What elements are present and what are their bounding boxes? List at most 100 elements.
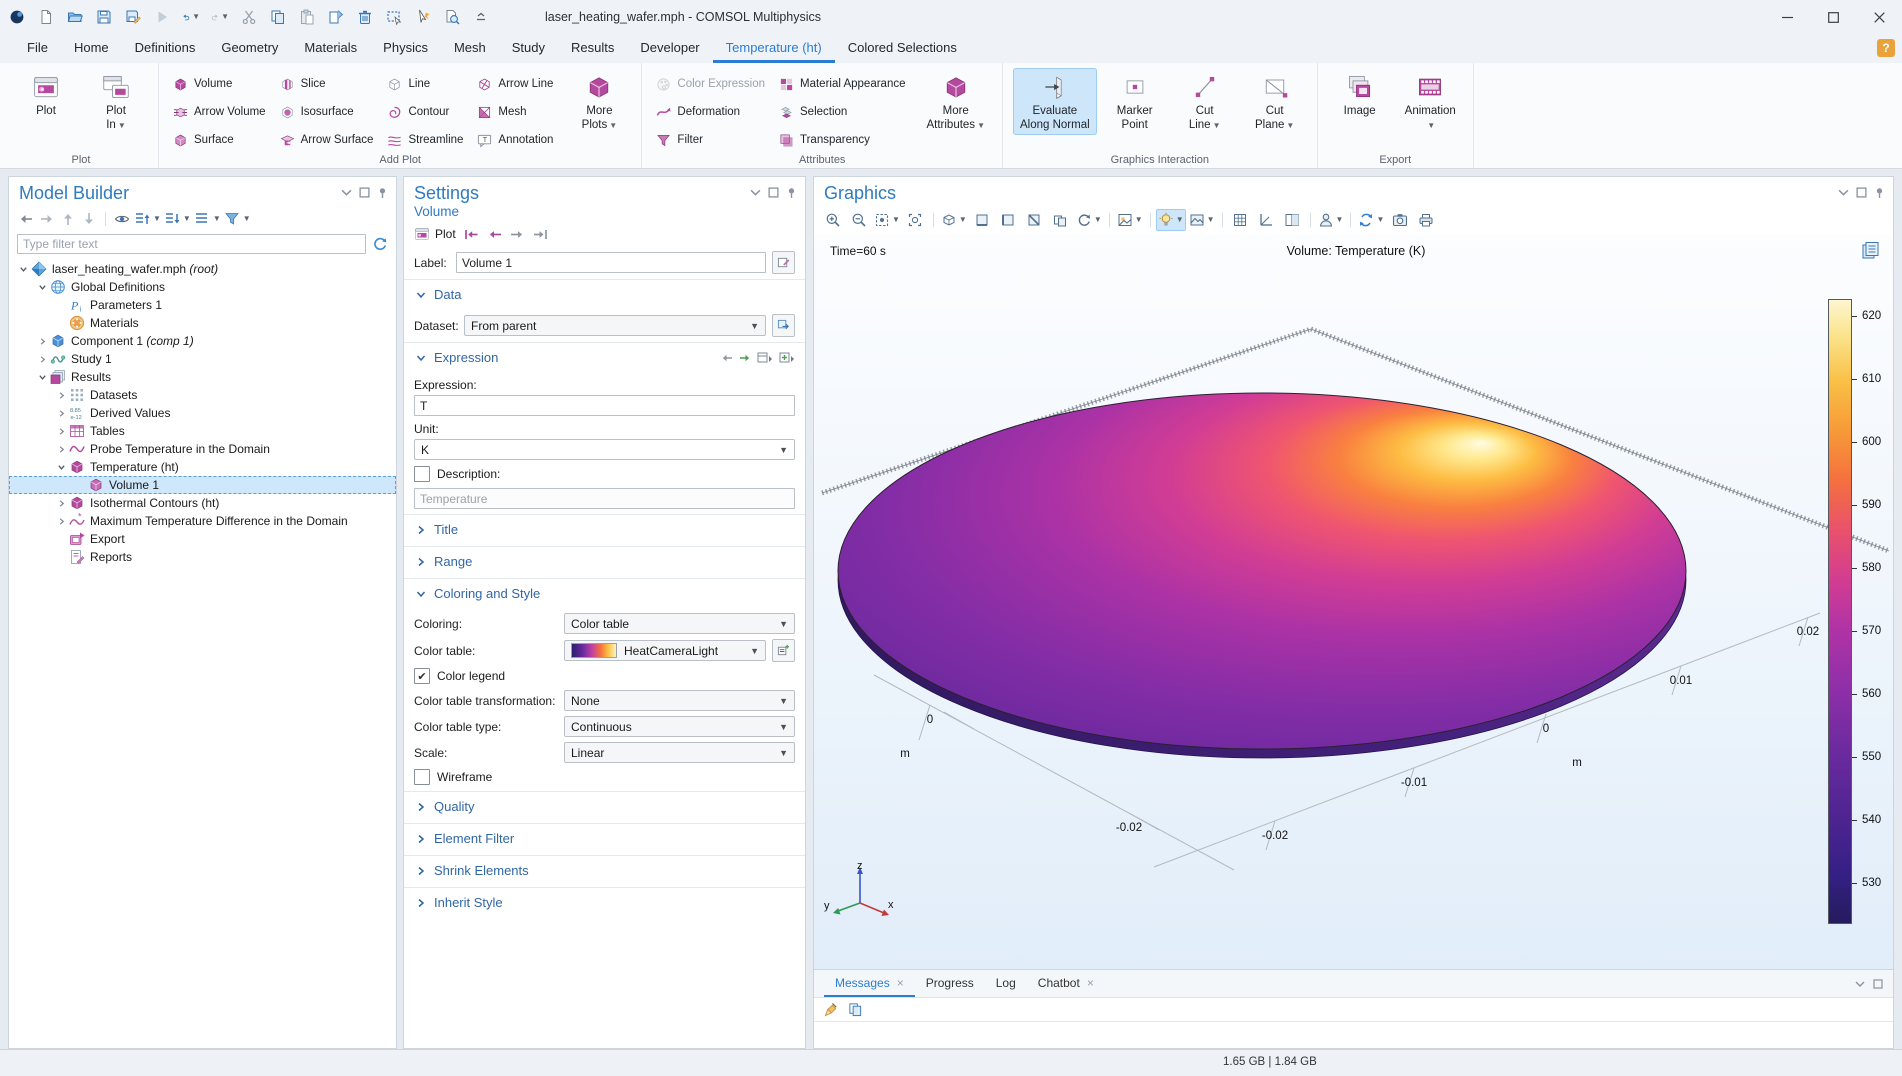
copy-messages-icon[interactable] — [848, 1002, 863, 1017]
mesh-button[interactable]: Mesh — [473, 103, 561, 122]
surface-button[interactable]: Surface — [169, 131, 274, 150]
scene-settings-button[interactable]: ▼ — [1115, 209, 1145, 231]
collapse-icon[interactable] — [53, 463, 69, 472]
ribbon-tab-physics[interactable]: Physics — [370, 34, 441, 63]
volume-button[interactable]: Volume — [169, 75, 274, 94]
filter-button[interactable]: Filter — [652, 131, 773, 150]
save-button[interactable] — [95, 8, 113, 26]
colortable-add-button[interactable] — [772, 639, 795, 662]
tree-item-study-1[interactable]: Study 1 — [9, 350, 396, 368]
dock-tab-chatbot[interactable]: Chatbot× — [1027, 970, 1105, 997]
section-quality[interactable]: Quality — [404, 791, 805, 821]
close-tab-icon[interactable]: × — [1087, 977, 1094, 989]
default-view-button[interactable]: ▼ — [939, 209, 969, 231]
ribbon-tab-colored-selections[interactable]: Colored Selections — [835, 34, 970, 63]
section-data[interactable]: Data — [404, 279, 805, 309]
coloring-select[interactable]: Color table▼ — [564, 613, 795, 634]
panel-pin-icon[interactable] — [377, 187, 388, 198]
colortable-type-select[interactable]: Continuous▼ — [564, 716, 795, 737]
expr-prev-icon[interactable] — [721, 353, 733, 363]
tree-item-isothermal-contours-ht[interactable]: Isothermal Contours (ht) — [9, 494, 396, 512]
panel-float-icon[interactable] — [768, 187, 779, 198]
expand-icon[interactable] — [53, 409, 69, 418]
marker-point-button[interactable]: MarkerPoint — [1103, 68, 1167, 135]
plot-first-icon[interactable] — [464, 228, 479, 241]
section-title[interactable]: Title — [404, 514, 805, 544]
undo-button[interactable]: ▼ — [182, 8, 200, 26]
tree-item-results[interactable]: Results — [9, 368, 396, 386]
ribbon-tab-study[interactable]: Study — [499, 34, 558, 63]
arrow-volume-button[interactable]: Arrow Volume — [169, 103, 274, 122]
dataset-select[interactable]: From parent▼ — [464, 315, 766, 336]
show-axes-button[interactable] — [1254, 209, 1279, 231]
dock-tab-messages[interactable]: Messages× — [824, 970, 915, 997]
tree-item-reports[interactable]: Reports — [9, 548, 396, 566]
plot-button[interactable]: Plot — [14, 68, 78, 121]
panel-menu-icon[interactable] — [341, 187, 352, 198]
show-grid-button[interactable] — [1228, 209, 1253, 231]
help-button[interactable]: ? — [1877, 39, 1895, 57]
delete-button[interactable] — [356, 8, 374, 26]
expand-icon[interactable] — [53, 517, 69, 526]
paste-button[interactable] — [298, 8, 316, 26]
image-button[interactable]: Image — [1328, 68, 1392, 121]
ribbon-tab-temperature-ht[interactable]: Temperature (ht) — [713, 34, 835, 63]
panel-float-icon[interactable] — [1856, 187, 1867, 198]
tree-item-volume-1[interactable]: Volume 1 — [9, 476, 396, 494]
tree-item-export[interactable]: Export — [9, 530, 396, 548]
collapse-icon[interactable] — [34, 283, 50, 292]
description-checkbox[interactable] — [414, 466, 430, 482]
tree-item-derived-values[interactable]: 8.85e-12Derived Values — [9, 404, 396, 422]
section-coloring-style[interactable]: Coloring and Style — [404, 578, 805, 608]
cut-button[interactable] — [240, 8, 258, 26]
expand-icon[interactable] — [53, 391, 69, 400]
collapse-icon[interactable] — [15, 265, 31, 274]
run-button[interactable] — [153, 8, 171, 26]
ribbon-tab-developer[interactable]: Developer — [627, 34, 712, 63]
annotation-button[interactable]: TAnnotation — [473, 131, 561, 150]
expr-insert-icon[interactable] — [779, 352, 795, 363]
minimize-button[interactable] — [1764, 0, 1810, 34]
scene-light-button[interactable]: ▼ — [1156, 209, 1186, 231]
transform-select[interactable]: None▼ — [564, 690, 795, 711]
section-inherit-style[interactable]: Inherit Style — [404, 887, 805, 917]
close-button[interactable] — [1856, 0, 1902, 34]
wireframe-checkbox[interactable] — [414, 769, 430, 785]
more-attributes-button[interactable]: MoreAttributes▼ — [919, 68, 992, 135]
colortable-select[interactable]: HeatCameraLight▼ — [564, 640, 766, 661]
dock-menu-icon[interactable] — [1855, 979, 1865, 989]
ribbon-tab-file[interactable]: File — [14, 34, 61, 63]
zoom-extents-button[interactable]: ▼ — [872, 209, 902, 231]
tree-item-temperature-ht[interactable]: Temperature (ht) — [9, 458, 396, 476]
update-button[interactable]: ▼ — [1356, 209, 1386, 231]
collapse-all-button[interactable]: ▼ — [164, 209, 191, 229]
panel-pin-icon[interactable] — [1874, 187, 1885, 198]
contour-button[interactable]: Contour — [383, 103, 471, 122]
new-file-button[interactable] — [37, 8, 55, 26]
deformation-button[interactable]: Deformation — [652, 103, 773, 122]
section-shrink-elements[interactable]: Shrink Elements — [404, 855, 805, 885]
arrow-line-button[interactable]: Arrow Line — [473, 75, 561, 94]
tree-nodes-button[interactable]: ▼ — [194, 209, 221, 229]
plot-in-button[interactable]: PlotIn▼ — [84, 68, 148, 135]
orthographic-button[interactable] — [1048, 209, 1073, 231]
expand-icon[interactable] — [53, 427, 69, 436]
plot-previous-icon[interactable] — [487, 228, 502, 241]
plot-properties-icon[interactable] — [1862, 242, 1879, 259]
clear-messages-icon[interactable] — [824, 1002, 839, 1017]
view-xy-button[interactable] — [970, 209, 995, 231]
comsol-logo-button[interactable] — [8, 8, 26, 26]
close-tab-icon[interactable]: × — [897, 977, 904, 989]
copy-button[interactable] — [269, 8, 287, 26]
arrow-surface-button[interactable]: Arrow Surface — [276, 131, 382, 150]
dock-float-icon[interactable] — [1873, 979, 1883, 989]
selection-button[interactable]: Selection — [775, 103, 913, 122]
animation-button[interactable]: Animation▼ — [1398, 68, 1463, 135]
plot-last-icon[interactable] — [533, 228, 548, 241]
nav-forward-button[interactable] — [38, 209, 56, 229]
ribbon-tab-materials[interactable]: Materials — [291, 34, 370, 63]
dock-tab-progress[interactable]: Progress — [915, 970, 985, 997]
tree-item-component-1[interactable]: Component 1 (comp 1) — [9, 332, 396, 350]
label-edit-button[interactable] — [772, 251, 795, 274]
tree-item-tables[interactable]: Tables — [9, 422, 396, 440]
